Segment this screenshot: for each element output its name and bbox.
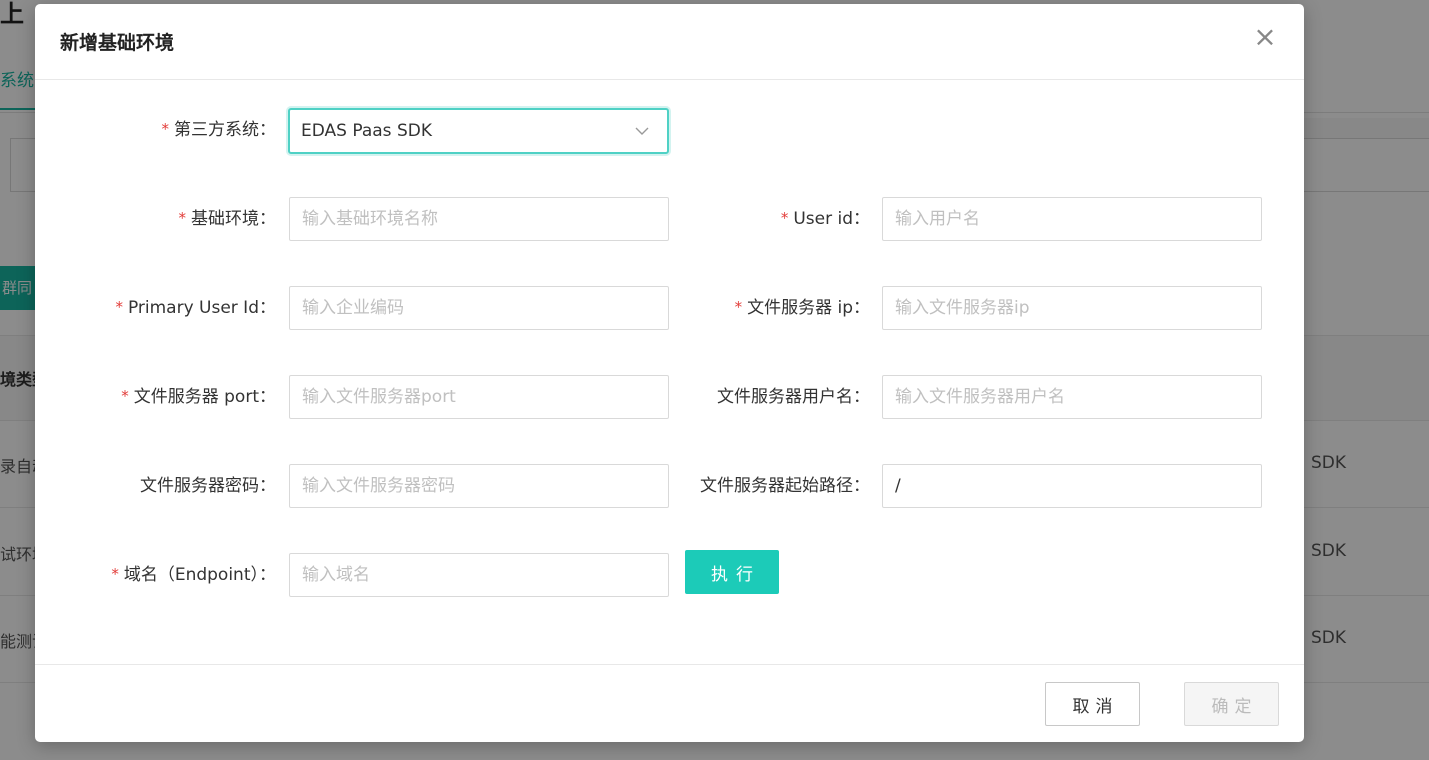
- execute-button[interactable]: 执行: [685, 550, 779, 594]
- required-mark: *: [161, 120, 170, 138]
- dialog-title: 新增基础环境: [60, 32, 175, 54]
- third-party-system-label: * 第三方系统：: [161, 120, 277, 140]
- add-base-env-dialog: 新增基础环境 × *第三方系统： EDAS Paas SDK *基础环境： *U…: [35, 4, 1304, 742]
- third-party-system-select[interactable]: EDAS Paas SDK: [288, 108, 669, 154]
- file-server-ip-label: * 文件服务器 ip：: [734, 298, 870, 318]
- file-server-port-label: * 文件服务器 port：: [121, 387, 276, 407]
- cancel-button[interactable]: 取消: [1045, 682, 1140, 726]
- screen: 上 系统 群同 境类型 录自动 SDK 试环境 SDK 能测试 SDK 新增基础…: [0, 0, 1429, 760]
- required-mark: *: [121, 387, 129, 405]
- primary-user-id-label: * Primary User Id：: [115, 298, 276, 318]
- file-server-ip-input[interactable]: [882, 286, 1262, 330]
- file-server-password-label: 文件服务器密码：: [140, 476, 276, 496]
- primary-user-id-input[interactable]: [289, 286, 669, 330]
- dialog-header: 新增基础环境 ×: [35, 4, 1304, 80]
- user-id-input[interactable]: [882, 197, 1262, 241]
- base-env-input[interactable]: [289, 197, 669, 241]
- required-mark: *: [111, 565, 119, 583]
- file-server-port-input[interactable]: [289, 375, 669, 419]
- required-mark: *: [734, 298, 743, 316]
- required-mark: *: [115, 298, 123, 316]
- file-server-start-path-input[interactable]: [882, 464, 1262, 508]
- required-mark: *: [780, 209, 789, 227]
- file-server-start-path-label: 文件服务器起始路径：: [700, 476, 870, 496]
- required-mark: *: [178, 209, 187, 227]
- select-value: EDAS Paas SDK: [301, 121, 432, 141]
- confirm-button[interactable]: 确定: [1184, 682, 1279, 726]
- endpoint-input[interactable]: [289, 553, 669, 597]
- file-server-username-label: 文件服务器用户名：: [717, 387, 870, 407]
- file-server-password-input[interactable]: [289, 464, 669, 508]
- file-server-username-input[interactable]: [882, 375, 1262, 419]
- dialog-footer: 取消 确定: [35, 664, 1304, 743]
- chevron-down-icon: [635, 127, 649, 135]
- endpoint-label: * 域名（Endpoint）：: [111, 565, 276, 585]
- base-env-label: * 基础环境：: [178, 209, 277, 229]
- close-icon[interactable]: ×: [1253, 23, 1277, 51]
- user-id-label: * User id：: [780, 209, 870, 229]
